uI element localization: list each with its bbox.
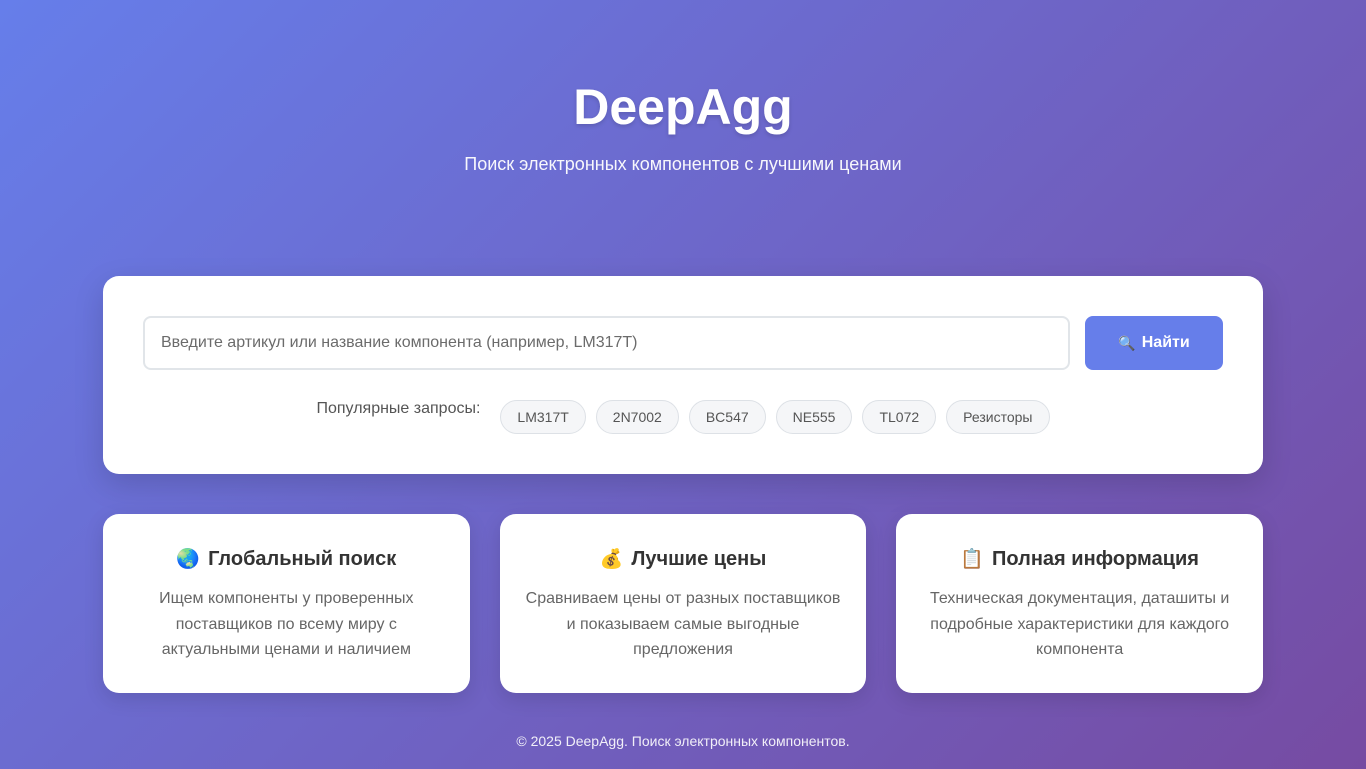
feature-title: Лучшие цены <box>631 547 767 570</box>
search-button-label: Найти <box>1141 334 1190 351</box>
popular-chip[interactable]: TL072 <box>862 400 937 434</box>
popular-chip[interactable]: BC547 <box>688 400 766 434</box>
feature-card-best-prices: 💰 Лучшие цены Сравниваем цены от разных … <box>499 514 867 693</box>
popular-queries: Популярные запросы: LM317T 2N7002 BC547 … <box>103 400 1263 434</box>
features-section: 🌏 Глобальный поиск Ищем компоненты у про… <box>103 514 1264 693</box>
search-card: 🔍 Найти Популярные запросы: LM317T 2N700… <box>103 276 1263 474</box>
footer: © 2025 DeepAgg. Поиск электронных компон… <box>516 733 850 749</box>
popular-queries-label: Популярные запросы: <box>316 400 481 417</box>
feature-title: Полная информация <box>992 547 1199 570</box>
clipboard-icon: 📋 <box>960 549 985 570</box>
popular-chip[interactable]: NE555 <box>775 400 853 434</box>
search-button[interactable]: 🔍 Найти <box>1085 316 1223 370</box>
feature-description: Ищем компоненты у проверенных поставщико… <box>159 590 414 658</box>
search-input[interactable] <box>143 316 1070 370</box>
page-title: DeepAgg <box>573 79 793 135</box>
feature-card-global-search: 🌏 Глобальный поиск Ищем компоненты у про… <box>103 514 470 693</box>
feature-description: Сравниваем цены от разных поставщиков и … <box>525 590 841 658</box>
globe-icon: 🌏 <box>176 549 201 570</box>
money-bag-icon: 💰 <box>599 549 624 570</box>
feature-title: Глобальный поиск <box>208 547 397 570</box>
search-icon: 🔍 <box>1118 334 1136 351</box>
feature-description: Техническая документация, даташиты и под… <box>929 590 1230 658</box>
popular-chip[interactable]: 2N7002 <box>595 400 679 434</box>
feature-card-full-info: 📋 Полная информация Техническая документ… <box>896 514 1264 693</box>
popular-chip[interactable]: Резисторы <box>946 400 1050 434</box>
popular-chip[interactable]: LM317T <box>500 400 586 434</box>
page-subtitle: Поиск электронных компонентов с лучшими … <box>464 154 902 174</box>
